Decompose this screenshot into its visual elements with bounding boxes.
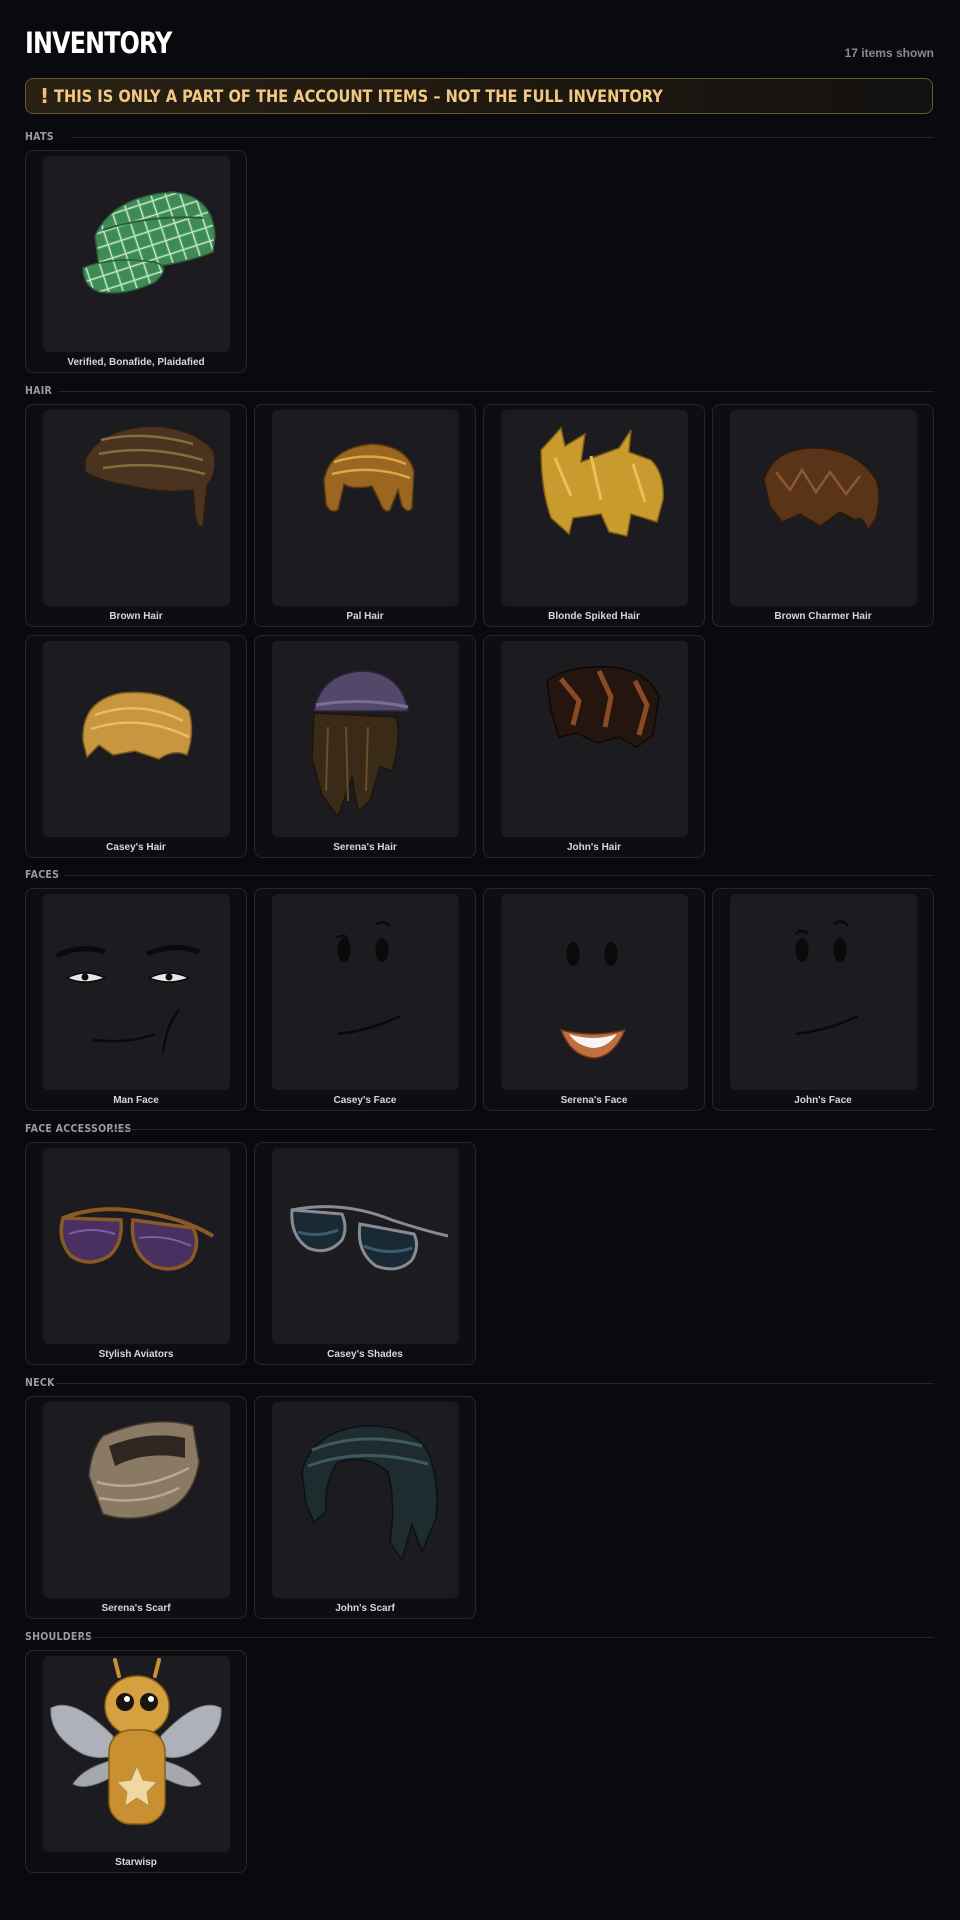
item-thumbnail (730, 410, 917, 606)
item-thumbnail (43, 410, 230, 606)
item-card[interactable]: Serena's Scarf (25, 1396, 247, 1619)
item-name: Blonde Spiked Hair (548, 611, 640, 622)
pal-hair-icon (323, 443, 415, 512)
inventory-page: INVENTORY 17 items shown ! THIS IS ONLY … (0, 0, 960, 1920)
warning-icon: ! (40, 84, 50, 108)
item-name: Casey's Face (333, 1095, 397, 1106)
starwisp-icon (50, 1658, 222, 1825)
item-card[interactable]: John's Hair (483, 635, 705, 858)
item-thumbnail (272, 894, 459, 1090)
serena-hair-icon (311, 670, 409, 819)
serena-face-icon (559, 942, 627, 1059)
item-name: Casey's Shades (327, 1349, 403, 1360)
beige-scarf-icon (88, 1421, 200, 1519)
item-thumbnail (272, 1148, 459, 1344)
item-card[interactable]: Brown Hair (25, 404, 247, 627)
item-thumbnail (272, 410, 459, 606)
item-card[interactable]: Casey's Hair (25, 635, 247, 858)
section-divider (56, 1383, 934, 1384)
section-divider (58, 391, 934, 392)
item-card[interactable]: Starwisp (25, 1650, 247, 1873)
aviators-icon (59, 1207, 215, 1271)
item-thumbnail (272, 1402, 459, 1598)
section-header-faces: FACES (25, 868, 934, 882)
section-header-face-accessories: FACE ACCESSORIES (25, 1122, 934, 1136)
item-thumbnail (272, 641, 459, 837)
section-label: FACES (25, 868, 60, 881)
item-thumbnail (501, 641, 688, 837)
section-label: HATS (25, 130, 54, 143)
item-name: Pal Hair (346, 611, 384, 622)
section-divider (82, 1637, 934, 1638)
john-face-icon (795, 920, 859, 1036)
section-header-shoulders: SHOULDERS (25, 1630, 934, 1644)
item-thumbnail (501, 894, 688, 1090)
item-name: Brown Charmer Hair (774, 611, 872, 622)
item-name: John's Scarf (335, 1603, 395, 1614)
warning-text: THIS IS ONLY A PART OF THE ACCOUNT ITEMS… (54, 87, 663, 107)
item-thumbnail (501, 410, 688, 606)
item-thumbnail (43, 894, 230, 1090)
item-card[interactable]: Blonde Spiked Hair (483, 404, 705, 627)
item-thumbnail (43, 1148, 230, 1344)
section-header-hair: HAIR (25, 384, 934, 398)
item-card[interactable]: Brown Charmer Hair (712, 404, 934, 627)
item-name: Serena's Scarf (101, 1603, 171, 1614)
item-card[interactable]: Serena's Face (483, 888, 705, 1111)
item-thumbnail (730, 894, 917, 1090)
item-thumbnail (43, 641, 230, 837)
item-name: John's Face (794, 1095, 852, 1106)
item-card[interactable]: Serena's Hair (254, 635, 476, 858)
item-thumbnail (43, 1402, 230, 1598)
page-title: INVENTORY (25, 26, 172, 60)
man-face-icon (55, 945, 200, 1053)
item-name: Casey's Hair (106, 842, 166, 853)
blonde-spiked-hair-icon (540, 426, 664, 537)
item-card[interactable]: Pal Hair (254, 404, 476, 627)
casey-hair-icon (82, 691, 193, 760)
plaid-cap-icon (82, 191, 216, 294)
item-name: Stylish Aviators (98, 1349, 174, 1360)
section-divider (109, 1129, 934, 1130)
section-divider (64, 875, 934, 876)
item-card[interactable]: Stylish Aviators (25, 1142, 247, 1365)
section-header-neck: NECK (25, 1376, 934, 1390)
item-card[interactable]: John's Face (712, 888, 934, 1111)
item-name: Brown Hair (109, 611, 163, 622)
item-thumbnail (43, 156, 230, 352)
item-name: Verified, Bonafide, Plaidafied (67, 357, 205, 368)
shades-icon (290, 1205, 449, 1271)
dark-scarf-icon (301, 1425, 438, 1562)
item-card[interactable]: Verified, Bonafide, Plaidafied (25, 150, 247, 373)
item-card[interactable]: John's Scarf (254, 1396, 476, 1619)
casey-face-icon (335, 921, 401, 1036)
item-name: Starwisp (115, 1857, 157, 1868)
item-name: Serena's Face (560, 1095, 628, 1106)
brown-hair-icon (84, 425, 216, 528)
section-header-hats: HATS (25, 130, 934, 144)
section-label: HAIR (25, 384, 53, 397)
item-thumbnail (43, 1656, 230, 1852)
item-name: Serena's Hair (333, 842, 397, 853)
item-count: 17 items shown (844, 46, 934, 60)
item-card[interactable]: Casey's Face (254, 888, 476, 1111)
section-label: NECK (25, 1376, 55, 1389)
warning-banner: ! THIS IS ONLY A PART OF THE ACCOUNT ITE… (25, 78, 933, 114)
item-card[interactable]: Man Face (25, 888, 247, 1111)
john-hair-icon (546, 666, 660, 748)
brown-charmer-hair-icon (763, 447, 880, 532)
item-name: John's Hair (566, 842, 622, 853)
section-divider (72, 137, 934, 138)
item-name: Man Face (113, 1095, 159, 1106)
item-card[interactable]: Casey's Shades (254, 1142, 476, 1365)
